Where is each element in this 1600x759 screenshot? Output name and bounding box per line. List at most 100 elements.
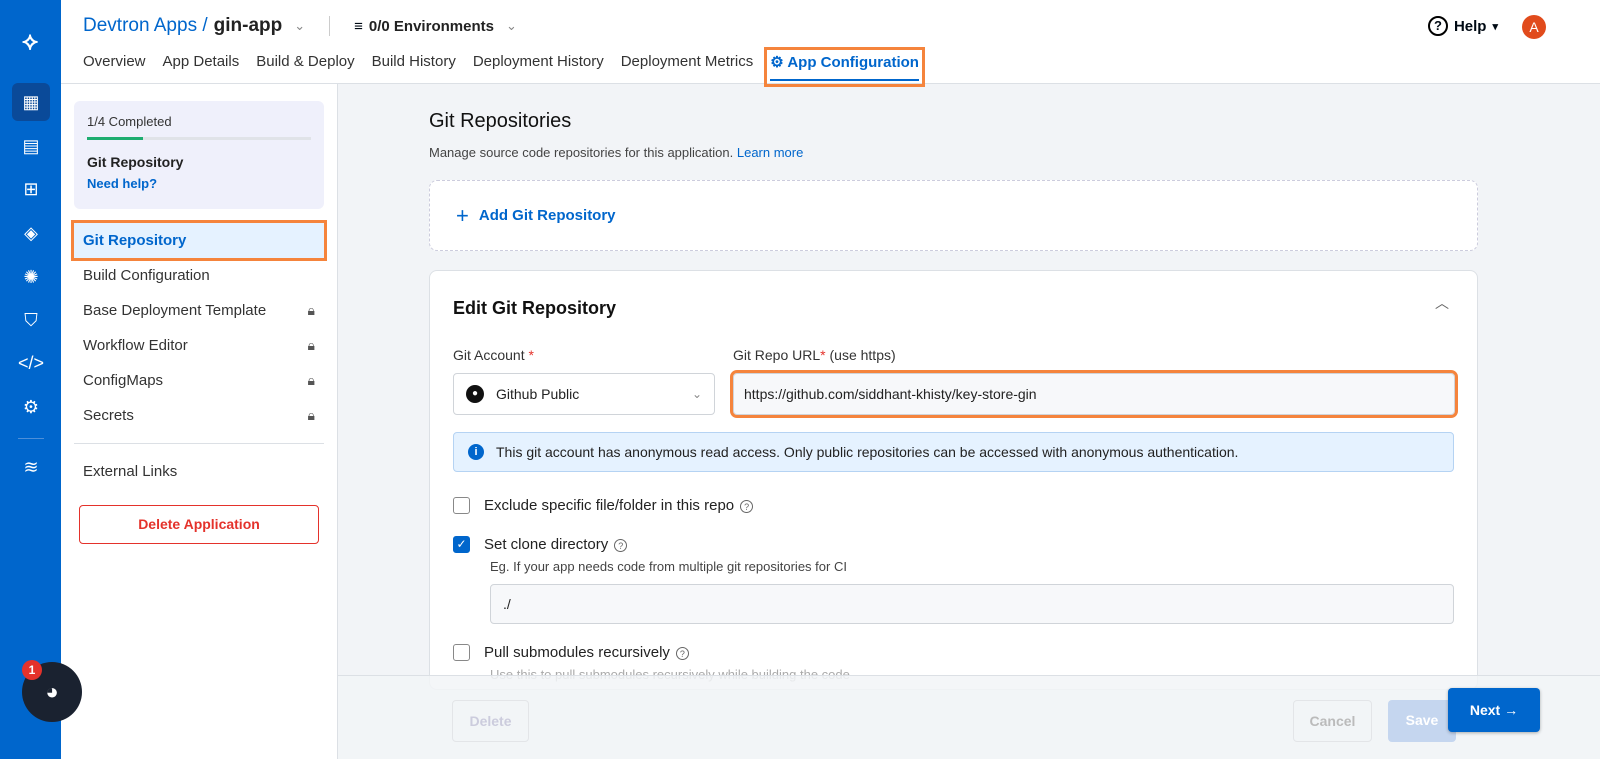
gear-cog-icon[interactable]: ✺ [12,258,50,296]
layers-icon[interactable]: ≋ [12,448,50,486]
lock-icon: 🔒︎ [308,407,315,424]
delete-button[interactable]: Delete [452,700,529,742]
learn-more-link[interactable]: Learn more [737,145,803,160]
tab-label: App Configuration [787,54,919,71]
sidebar-item-external-links[interactable]: External Links [61,454,337,489]
checkbox-label: Set clone directory [484,536,608,553]
sidebar-item-label: Secrets [83,407,134,424]
checkbox[interactable] [453,644,470,661]
next-button[interactable]: Next → [1448,688,1540,732]
add-git-repository-button[interactable]: + Add Git Repository [429,180,1478,251]
checkbox-label: Exclude specific file/folder in this rep… [484,497,734,514]
apps-grid-icon[interactable]: ▦ [12,83,50,121]
tab-app-details[interactable]: App Details [163,53,240,81]
page-description: Manage source code repositories for this… [429,145,1478,160]
progress-fill [87,137,143,140]
git-repositories-section: Git Repositories Manage source code repo… [429,110,1478,690]
sidebar-item-git-repository[interactable]: Git Repository [74,223,324,258]
lock-icon: 🔒︎ [308,372,315,389]
chevron-up-icon[interactable]: ︿ [1435,293,1449,313]
checkbox-label: Pull submodules recursively [484,644,670,661]
code-icon[interactable]: </> [12,344,50,382]
delete-application-button[interactable]: Delete Application [79,505,319,544]
progress-bar [87,137,311,140]
checkbox[interactable] [453,497,470,514]
progress-text: 1/4 Completed [87,114,311,129]
clone-directory-input[interactable]: ./ [490,584,1454,624]
help-icon[interactable]: ? [614,539,627,552]
avatar[interactable]: A [1522,15,1546,39]
config-sidebar: 1/4 Completed Git Repository Need help? … [61,84,338,759]
help-menu[interactable]: ?Help▾ [1428,16,1498,36]
sidebar-item-label: Build Configuration [83,267,210,284]
environments-selector[interactable]: 0/0 Environments [369,18,494,35]
save-button[interactable]: Save [1388,700,1456,742]
repo-url-label: Git Repo URL* (use https) [733,347,1455,363]
checkbox[interactable]: ✓ [453,536,470,553]
breadcrumb-devtron-apps[interactable]: Devtron Apps / [83,15,208,37]
resource-browser-icon[interactable]: ⊞ [12,170,50,208]
sidebar-item-build-configuration[interactable]: Build Configuration [61,258,337,293]
git-account-select[interactable]: ●Github Public⌄ [453,373,715,415]
app-tabs: Overview App Details Build & Deploy Buil… [83,53,919,81]
next-label: Next [1470,702,1500,718]
clone-hint: Eg. If your app needs code from multiple… [490,559,1454,574]
gear-icon: ⚙ [770,54,787,71]
tab-build-deploy[interactable]: Build & Deploy [256,53,354,81]
chevron-down-icon: ▾ [1492,20,1498,33]
tab-build-history[interactable]: Build History [372,53,456,81]
required-marker: * [820,347,825,363]
sidebar-item-label: Workflow Editor [83,337,188,354]
filter-icon: ≡ [354,18,363,35]
sidebar-item-base-deployment-template[interactable]: Base Deployment Template 🔒︎ [61,293,337,328]
add-repo-label: Add Git Repository [479,207,616,224]
exclude-files-checkbox[interactable]: Exclude specific file/folder in this rep… [453,497,1454,514]
sidebar-item-secrets[interactable]: Secrets 🔒︎ [61,398,337,433]
label-text: Git Repo URL [733,347,820,363]
shield-icon[interactable]: ⛉ [12,301,50,339]
chart-store-icon[interactable]: ▤ [12,127,50,165]
label-hint: (use https) [830,347,896,363]
divider [329,16,330,36]
plus-icon: + [456,203,469,229]
app-name: gin-app [214,15,283,37]
set-clone-directory-checkbox[interactable]: ✓ Set clone directory? [453,536,1454,553]
divider [74,443,324,444]
tab-overview[interactable]: Overview [83,53,146,81]
sidebar-item-workflow-editor[interactable]: Workflow Editor 🔒︎ [61,328,337,363]
info-banner: i This git account has anonymous read acc… [453,432,1454,472]
need-help-link[interactable]: Need help? [87,176,311,191]
left-nav: ⟡ ▦ ▤ ⊞ ◈ ✺ ⛉ </> ⚙ ≋ [0,0,61,759]
label-text: Git Account [453,347,525,363]
chevron-down-icon[interactable]: ⌄ [506,18,517,34]
chevron-down-icon[interactable]: ⌄ [294,18,305,34]
notification-badge: 1 [22,660,42,680]
breadcrumb: Devtron Apps / gin-app ⌄ ≡ 0/0 Environme… [83,15,517,37]
info-text: This git account has anonymous read acce… [496,444,1238,460]
footer-actions: Delete Cancel Save Next → [338,675,1600,759]
card-title: Edit Git Repository [453,298,1454,319]
tab-app-configuration[interactable]: ⚙ App Configuration [770,53,919,81]
devtron-logo-icon[interactable]: ⟡ [14,26,46,58]
tab-deployment-history[interactable]: Deployment History [473,53,604,81]
info-icon: i [468,444,484,460]
repo-url-input[interactable]: https://github.com/siddhant-khisty/key-s… [733,373,1455,415]
sidebar-item-configmaps[interactable]: ConfigMaps 🔒︎ [61,363,337,398]
cube-icon[interactable]: ◈ [12,214,50,252]
sidebar-item-label: ConfigMaps [83,372,163,389]
app-header: Devtron Apps / gin-app ⌄ ≡ 0/0 Environme… [61,0,1600,84]
help-icon[interactable]: ? [740,500,753,513]
lock-icon: 🔒︎ [308,302,315,319]
description-text: Manage source code repositories for this… [429,145,733,160]
tab-deployment-metrics[interactable]: Deployment Metrics [621,53,754,81]
edit-git-repository-card: Edit Git Repository ︿ Git Account * ●Git… [429,270,1478,690]
sidebar-item-label: Git Repository [83,232,186,249]
github-icon: ● [466,385,484,403]
help-icon: ? [1428,16,1448,36]
settings-icon[interactable]: ⚙ [12,388,50,426]
help-icon[interactable]: ? [676,647,689,660]
cancel-button[interactable]: Cancel [1293,700,1372,742]
pull-submodules-checkbox[interactable]: Pull submodules recursively? [453,644,1454,661]
lock-icon: 🔒︎ [308,337,315,354]
sidebar-item-label: Base Deployment Template [83,302,266,319]
